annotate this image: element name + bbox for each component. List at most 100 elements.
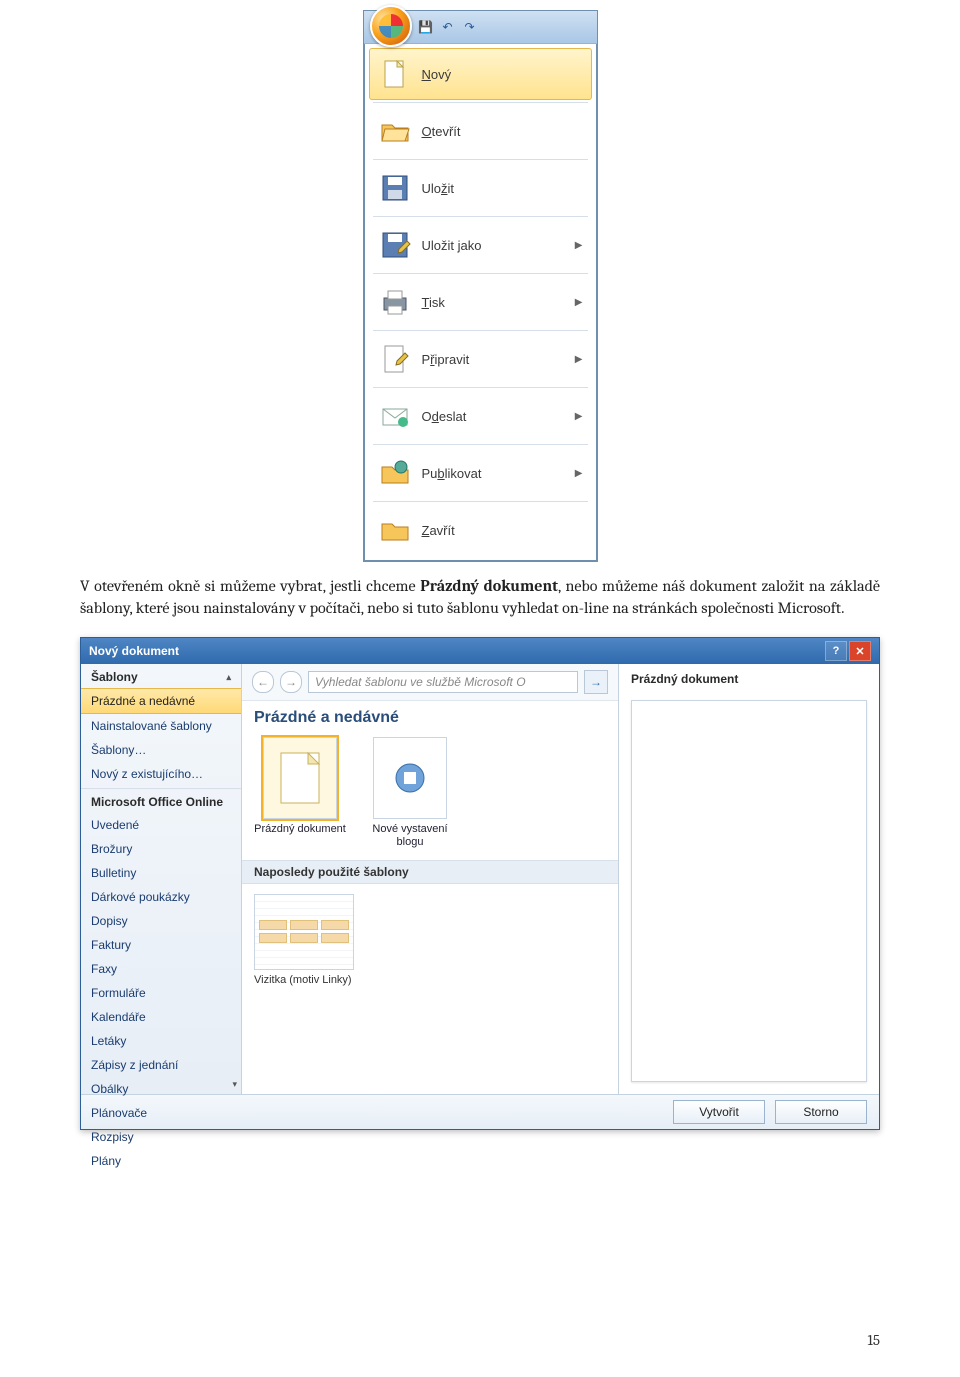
template-thumb[interactable]: Prázdný dokument <box>254 737 346 849</box>
sidebar-item[interactable]: Faktury <box>81 933 241 957</box>
submenu-arrow-icon: ▶ <box>575 411 583 422</box>
page-number: 15 <box>867 1331 880 1349</box>
sidebar-item[interactable]: Šablony… <box>81 738 241 762</box>
menu-item-label: Odeslat <box>422 409 565 424</box>
center-section-heading: Prázdné a nedávné <box>242 701 618 731</box>
cancel-button[interactable]: Storno <box>775 1100 867 1124</box>
send-icon <box>378 399 412 433</box>
menu-item-ulo-it[interactable]: Uložit <box>369 162 592 214</box>
recent-templates-heading: Naposledy použité šablony <box>242 860 618 884</box>
sidebar-item[interactable]: Plánovače <box>81 1101 241 1125</box>
open-icon <box>378 114 412 148</box>
menu-separator <box>373 387 588 388</box>
sidebar-item[interactable]: Dárkové poukázky <box>81 885 241 909</box>
quick-access-toolbar: 💾 ↶ ↷ <box>364 11 597 44</box>
sidebar-item[interactable]: Prázdné a nedávné <box>81 688 241 714</box>
new-document-dialog-screenshot: Nový dokument ? ✕ Šablony ▴ Prázdné a ne… <box>80 637 880 1130</box>
menu-item-nov-[interactable]: Nový <box>369 48 592 100</box>
sidebar-item[interactable]: Brožury <box>81 837 241 861</box>
menu-item-label: Uložit <box>422 181 583 196</box>
save-icon[interactable]: 💾 <box>418 19 434 35</box>
menu-separator <box>373 159 588 160</box>
office-button-icon[interactable] <box>370 5 412 47</box>
sidebar-item[interactable]: Nainstalované šablony <box>81 714 241 738</box>
new-doc-icon <box>378 57 412 91</box>
help-icon[interactable]: ? <box>825 641 847 661</box>
template-thumb[interactable]: Nové vystavení blogu <box>364 737 456 849</box>
menu-separator <box>373 444 588 445</box>
sidebar-item[interactable]: Nový z existujícího… <box>81 762 241 786</box>
dialog-title: Nový dokument <box>89 644 179 658</box>
submenu-arrow-icon: ▶ <box>575 297 583 308</box>
sidebar-item[interactable]: Kalendáře <box>81 1005 241 1029</box>
menu-item-label: Uložit jako <box>422 238 565 253</box>
sidebar-header: Šablony ▴ <box>81 664 241 688</box>
menu-item-label: Otevřít <box>422 124 583 139</box>
menu-separator <box>373 330 588 331</box>
search-input[interactable]: Vyhledat šablonu ve službě Microsoft O <box>308 671 578 693</box>
recent-template-item[interactable]: Vizitka (motiv Linky) <box>254 894 354 986</box>
menu-separator <box>373 501 588 502</box>
menu-separator <box>373 216 588 217</box>
preview-title: Prázdný dokument <box>619 664 879 694</box>
business-card-icon <box>254 894 354 970</box>
templates-sidebar: Šablony ▴ Prázdné a nedávnéNainstalované… <box>81 664 242 1094</box>
menu-item-ulo-it-jako[interactable]: Uložit jako ▶ <box>369 219 592 271</box>
sidebar-item[interactable]: Faxy <box>81 957 241 981</box>
prepare-icon <box>378 342 412 376</box>
menu-item-label: Připravit <box>422 352 565 367</box>
submenu-arrow-icon: ▶ <box>575 354 583 365</box>
publish-icon <box>378 456 412 490</box>
menu-item-publikovat[interactable]: Publikovat ▶ <box>369 447 592 499</box>
menu-item-zav-t[interactable]: Zavřít <box>369 504 592 556</box>
menu-item-odeslat[interactable]: Odeslat ▶ <box>369 390 592 442</box>
blog-icon <box>373 737 447 819</box>
template-thumb-label: Prázdný dokument <box>254 823 346 836</box>
office-menu-screenshot: 💾 ↶ ↷ Nový Otevřít Uložit Uložit jako ▶ Tisk ▶… <box>363 0 598 562</box>
sidebar-item[interactable]: Zápisy z jednání <box>81 1053 241 1077</box>
submenu-arrow-icon: ▶ <box>575 468 583 479</box>
submenu-arrow-icon: ▶ <box>575 240 583 251</box>
scroll-down-icon[interactable]: ▾ <box>232 1079 237 1090</box>
sidebar-item[interactable]: Rozpisy <box>81 1125 241 1149</box>
doc-icon <box>263 737 337 819</box>
menu-item-p-ipravit[interactable]: Připravit ▶ <box>369 333 592 385</box>
preview-pane: Prázdný dokument <box>619 664 879 1094</box>
preview-sheet-icon <box>631 700 867 1082</box>
dialog-titlebar: Nový dokument ? ✕ <box>81 638 879 664</box>
back-icon[interactable]: ← <box>252 671 274 693</box>
scroll-up-icon[interactable]: ▴ <box>226 672 231 683</box>
sidebar-item[interactable]: Obálky <box>81 1077 241 1101</box>
sidebar-item[interactable]: Formuláře <box>81 981 241 1005</box>
menu-separator <box>373 273 588 274</box>
sidebar-item[interactable]: Plány <box>81 1149 241 1173</box>
para-pre: V otevřeném okně si můžeme vybrat, jestl… <box>80 577 420 595</box>
sidebar-item[interactable]: Bulletiny <box>81 861 241 885</box>
menu-separator <box>373 102 588 103</box>
undo-icon[interactable]: ↶ <box>440 19 456 35</box>
sidebar-item[interactable]: Uvedené <box>81 813 241 837</box>
menu-item-label: Tisk <box>422 295 565 310</box>
create-button[interactable]: Vytvořit <box>673 1100 765 1124</box>
body-paragraph: V otevřeném okně si můžeme vybrat, jestl… <box>80 576 880 619</box>
save-icon <box>378 171 412 205</box>
menu-item-tisk[interactable]: Tisk ▶ <box>369 276 592 328</box>
search-go-icon[interactable]: → <box>584 670 608 694</box>
menu-item-label: Zavřít <box>422 523 583 538</box>
sidebar-item[interactable]: Letáky <box>81 1029 241 1053</box>
sidebar-item[interactable]: Dopisy <box>81 909 241 933</box>
menu-item-label: Publikovat <box>422 466 565 481</box>
para-bold: Prázdný dokument <box>420 577 558 595</box>
print-icon <box>378 285 412 319</box>
forward-icon[interactable]: → <box>280 671 302 693</box>
close-icon <box>378 513 412 547</box>
menu-item-otev-t[interactable]: Otevřít <box>369 105 592 157</box>
redo-icon[interactable]: ↷ <box>462 19 478 35</box>
dialog-center-pane: ← → Vyhledat šablonu ve službě Microsoft… <box>242 664 619 1094</box>
template-thumb-label: Nové vystavení blogu <box>364 823 456 849</box>
recent-template-label: Vizitka (motiv Linky) <box>254 974 354 986</box>
sidebar-group-online: Microsoft Office Online <box>81 788 241 813</box>
close-icon[interactable]: ✕ <box>849 641 871 661</box>
saveas-icon <box>378 228 412 262</box>
menu-item-label: Nový <box>422 67 583 82</box>
